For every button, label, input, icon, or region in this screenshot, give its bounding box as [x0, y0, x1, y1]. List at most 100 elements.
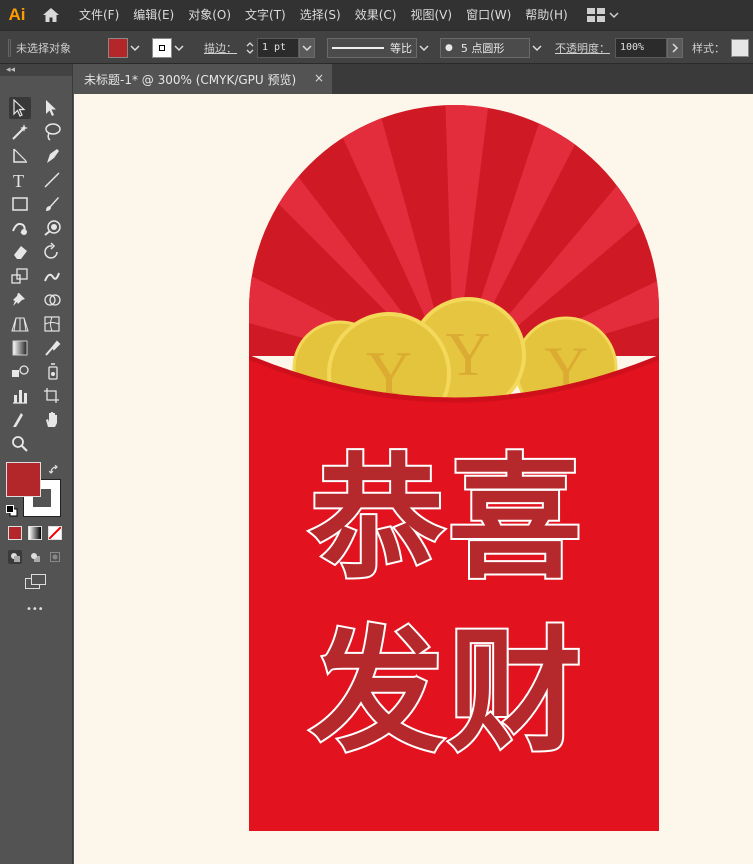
greeting-line-2[interactable]: 发财 [308, 612, 586, 772]
rotate-tool[interactable] [41, 241, 63, 263]
home-icon[interactable] [34, 0, 68, 30]
stepper-icon[interactable] [243, 38, 257, 58]
column-graph-tool[interactable] [9, 385, 31, 407]
document-tab[interactable]: 未标题-1* @ 300% (CMYK/GPU 预览) × [74, 64, 332, 94]
opacity-control[interactable]: 100% [615, 31, 683, 64]
zoom-tool[interactable] [9, 433, 31, 455]
grip-handle[interactable] [8, 31, 11, 64]
perspective-grid-tool[interactable] [9, 313, 31, 335]
menu-bar: Ai 文件(F) 编辑(E) 对象(O) 文字(T) 选择(S) 效果(C) 视… [0, 0, 753, 30]
chevron-down-icon [609, 12, 619, 19]
line-icon [13, 148, 27, 163]
rectangle-tool[interactable] [9, 193, 31, 215]
fill-stroke-widget[interactable] [6, 462, 66, 518]
coin-symbol: Y [446, 321, 491, 389]
fill-swatch[interactable] [6, 462, 41, 497]
line-segment-tool[interactable] [41, 169, 63, 191]
hand-tool[interactable] [41, 409, 63, 431]
none-button[interactable] [48, 526, 62, 540]
artboard-icon [44, 388, 59, 403]
stroke-weight-input[interactable]: 1 pt [257, 37, 299, 58]
variable-width-profile[interactable]: 等比 [327, 31, 431, 64]
stroke-color-control[interactable] [152, 31, 186, 64]
eraser-icon [14, 246, 27, 259]
menu-view[interactable]: 视图(V) [403, 0, 459, 30]
line-tool[interactable] [9, 145, 31, 167]
chevron-down-icon[interactable] [417, 38, 431, 58]
pin-tool[interactable] [9, 289, 31, 311]
red-envelope-artwork[interactable]: Y Y Y 恭喜 发财 [74, 94, 753, 864]
chevron-right-icon[interactable] [667, 37, 683, 58]
type-tool[interactable]: T [9, 169, 31, 191]
shaper-tool[interactable] [9, 217, 31, 239]
brush-definition[interactable]: ● 5 点圆形 [440, 31, 544, 64]
perspective-grid-icon [11, 317, 29, 332]
warp-tool[interactable] [41, 265, 63, 287]
menu-window[interactable]: 窗口(W) [459, 0, 518, 30]
opacity-input[interactable]: 100% [615, 37, 667, 58]
close-icon[interactable]: × [312, 71, 326, 85]
slice-tool[interactable] [9, 409, 31, 431]
draw-behind-icon[interactable] [28, 550, 42, 564]
more-tools-button[interactable]: ••• [26, 604, 44, 615]
profile-field[interactable]: 等比 [327, 37, 417, 58]
menu-select[interactable]: 选择(S) [293, 0, 348, 30]
shape-builder-tool[interactable] [41, 289, 63, 311]
opacity-label[interactable]: 不透明度： [555, 31, 610, 64]
chevron-down-icon[interactable] [530, 38, 544, 58]
warp-icon [44, 272, 60, 282]
stroke-swatch[interactable] [152, 37, 172, 58]
menu-file[interactable]: 文件(F) [72, 0, 126, 30]
line-segment-icon [44, 172, 60, 188]
default-colors-icon[interactable] [6, 502, 18, 521]
artboard-canvas[interactable]: Y Y Y 恭喜 发财 [74, 94, 753, 864]
draw-inside-icon[interactable] [48, 550, 62, 564]
selection-icon [13, 98, 26, 117]
draw-normal-icon[interactable] [8, 550, 22, 564]
magic-wand-tool[interactable] [9, 121, 31, 143]
greeting-line-1[interactable]: 恭喜 [307, 439, 586, 599]
magic-wand-icon [12, 124, 28, 140]
workspace-switcher-button[interactable] [586, 8, 619, 22]
symbol-sprayer-tool[interactable] [41, 361, 63, 383]
pen-icon [47, 149, 59, 163]
eraser-tool[interactable] [9, 241, 31, 263]
gradient-tool[interactable] [9, 337, 31, 359]
screen-mode-icon[interactable] [25, 574, 47, 594]
zoom-icon [12, 436, 28, 452]
menu-object[interactable]: 对象(O) [181, 0, 238, 30]
paintbrush-tool[interactable] [41, 193, 63, 215]
graphic-style-swatch[interactable] [731, 31, 749, 64]
style-label: 样式： [692, 41, 725, 55]
document-tab-bar: 未标题-1* @ 300% (CMYK/GPU 预览) × [74, 64, 753, 94]
panel-collapse[interactable]: ◂◂ [0, 64, 72, 76]
fill-swatch[interactable] [108, 37, 128, 58]
style-swatch[interactable] [731, 38, 749, 57]
direct-selection-tool[interactable] [41, 97, 63, 119]
chevron-down-icon[interactable] [299, 37, 315, 58]
stroke-weight-control[interactable]: 1 pt [243, 31, 315, 64]
menu-type[interactable]: 文字(T) [238, 0, 293, 30]
chevron-down-icon[interactable] [172, 38, 186, 58]
scale-tool[interactable] [9, 265, 31, 287]
stroke-label[interactable]: 描边： [204, 31, 237, 64]
column-graph-icon [13, 390, 27, 404]
menu-help[interactable]: 帮助(H) [518, 0, 574, 30]
shaper-icon [12, 222, 27, 235]
menu-edit[interactable]: 编辑(E) [126, 0, 181, 30]
gradient-button[interactable] [28, 526, 42, 540]
color-button[interactable] [8, 526, 22, 540]
blob-brush-tool[interactable] [41, 217, 63, 239]
mesh-tool[interactable] [41, 313, 63, 335]
artboard-tool[interactable] [41, 385, 63, 407]
blend-tool[interactable] [9, 361, 31, 383]
fill-color-control[interactable] [108, 31, 142, 64]
eyedropper-tool[interactable] [41, 337, 63, 359]
chevron-down-icon[interactable] [128, 38, 142, 58]
pen-tool[interactable] [41, 145, 63, 167]
brush-field[interactable]: ● 5 点圆形 [440, 37, 530, 58]
swap-arrow-icon[interactable] [48, 462, 61, 481]
selection-tool[interactable] [9, 97, 31, 119]
lasso-tool[interactable] [41, 121, 63, 143]
menu-effect[interactable]: 效果(C) [348, 0, 404, 30]
